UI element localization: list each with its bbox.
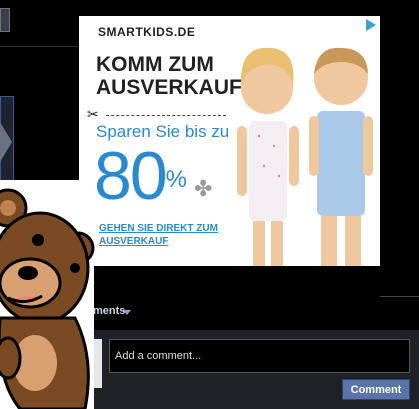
chevron-down-icon[interactable]	[123, 310, 131, 315]
dashed-cut-line	[106, 115, 226, 116]
comment-input[interactable]	[109, 339, 410, 373]
top-left-button[interactable]	[0, 8, 10, 32]
comments-toggle[interactable]: ments	[93, 305, 125, 317]
divider	[380, 296, 419, 297]
ad-discount-value: 80%	[94, 138, 187, 214]
bear-mascot	[0, 188, 95, 409]
divider	[0, 46, 78, 47]
children-photo	[237, 47, 373, 266]
clover-icon: ✤	[194, 176, 213, 201]
scissors-icon: ✂	[87, 106, 99, 122]
advertisement-banner[interactable]: SMARTKIDS.DE KOMM ZUM AUSVERKAUF ✂ Spare…	[79, 16, 380, 266]
ad-cta-link[interactable]: GEHEN SIE DIREKT ZUM AUSVERKAUF	[99, 222, 234, 248]
arrow-left-icon[interactable]	[0, 122, 12, 162]
ad-brand-logo: SMARTKIDS.DE	[98, 25, 196, 39]
comment-submit-button[interactable]: Comment	[342, 379, 410, 400]
